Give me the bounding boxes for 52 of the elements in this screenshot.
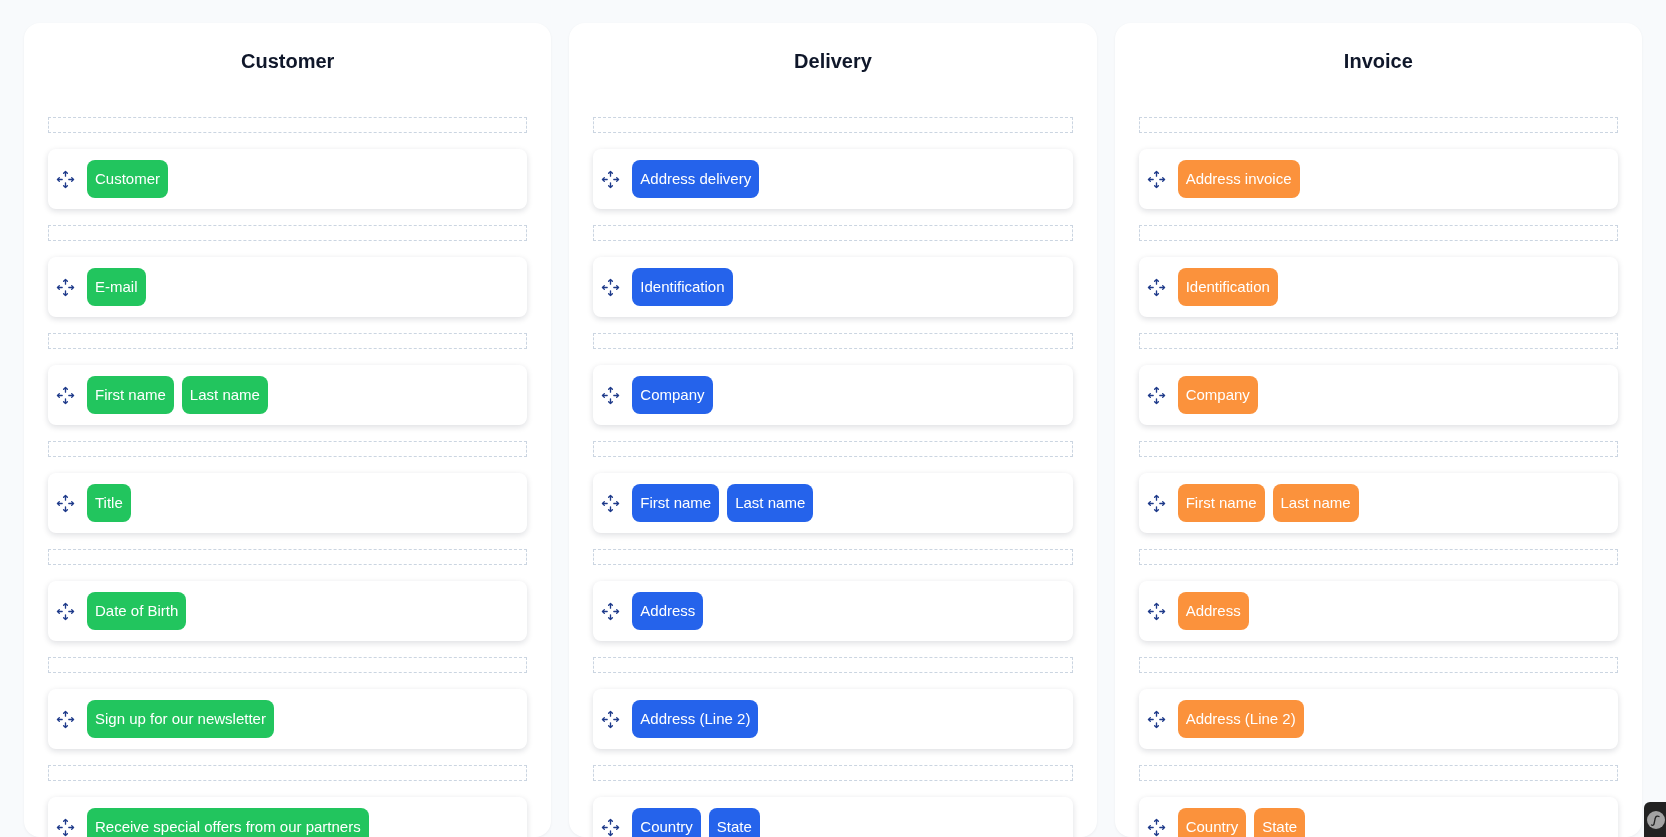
- field-tag: Receive special offers from our partners: [87, 808, 369, 837]
- field-tag: Sign up for our newsletter: [87, 700, 274, 738]
- field-tag: Address invoice: [1177, 160, 1300, 198]
- move-handle-icon[interactable]: [1146, 601, 1166, 621]
- field-tag: Country: [632, 808, 701, 837]
- move-handle-icon[interactable]: [56, 169, 75, 189]
- field-tag: Title: [87, 484, 131, 522]
- move-handle-icon[interactable]: [1146, 817, 1166, 837]
- move-handle-icon[interactable]: [56, 709, 75, 729]
- field-tag: Address: [1177, 592, 1249, 630]
- move-handle-icon[interactable]: [1146, 709, 1166, 729]
- move-handle-icon[interactable]: [56, 493, 75, 513]
- move-handle-icon[interactable]: [601, 385, 621, 405]
- field-tag: Identification: [632, 268, 733, 306]
- field-tag: Date of Birth: [87, 592, 187, 630]
- move-handle-icon[interactable]: [601, 601, 621, 621]
- field-tag: Address (Line 2): [1177, 700, 1304, 738]
- move-handle-icon[interactable]: [1146, 385, 1166, 405]
- field-tag: Last name: [1272, 484, 1359, 522]
- field-tag: Identification: [1177, 268, 1278, 306]
- logo-icon: [1647, 810, 1665, 829]
- move-handle-icon[interactable]: [601, 169, 621, 189]
- field-tag: Address: [632, 592, 704, 630]
- move-handle-icon[interactable]: [601, 709, 621, 729]
- field-tag: Company: [632, 376, 713, 414]
- move-handle-icon[interactable]: [601, 493, 621, 513]
- field-tag: Address delivery: [632, 160, 760, 198]
- move-handle-icon[interactable]: [601, 277, 621, 297]
- field-tag: First name: [87, 376, 174, 414]
- move-handle-icon[interactable]: [56, 601, 75, 621]
- move-handle-icon[interactable]: [56, 817, 75, 837]
- field-tag: E-mail: [87, 268, 146, 306]
- column-title: Customer: [240, 49, 336, 74]
- debug-toolbar-button[interactable]: [1644, 802, 1666, 837]
- field-tag: Address (Line 2): [632, 700, 759, 738]
- field-tag: First name: [1177, 484, 1265, 522]
- move-handle-icon[interactable]: [1146, 169, 1166, 189]
- move-handle-icon[interactable]: [1146, 277, 1166, 297]
- field-tag: State: [708, 808, 760, 837]
- field-tag: First name: [632, 484, 720, 522]
- column-title: Invoice: [1342, 49, 1414, 74]
- field-tag: Country: [1177, 808, 1247, 837]
- column-title: Delivery: [793, 49, 873, 74]
- move-handle-icon[interactable]: [1146, 493, 1166, 513]
- field-tag: State: [1254, 808, 1306, 837]
- field-tag: Company: [1177, 376, 1258, 414]
- field-tag: Last name: [727, 484, 814, 522]
- field-tag: Last name: [181, 376, 268, 414]
- move-handle-icon[interactable]: [601, 817, 621, 837]
- move-handle-icon[interactable]: [56, 385, 75, 405]
- field-tag: Customer: [87, 160, 169, 198]
- move-handle-icon[interactable]: [56, 277, 75, 297]
